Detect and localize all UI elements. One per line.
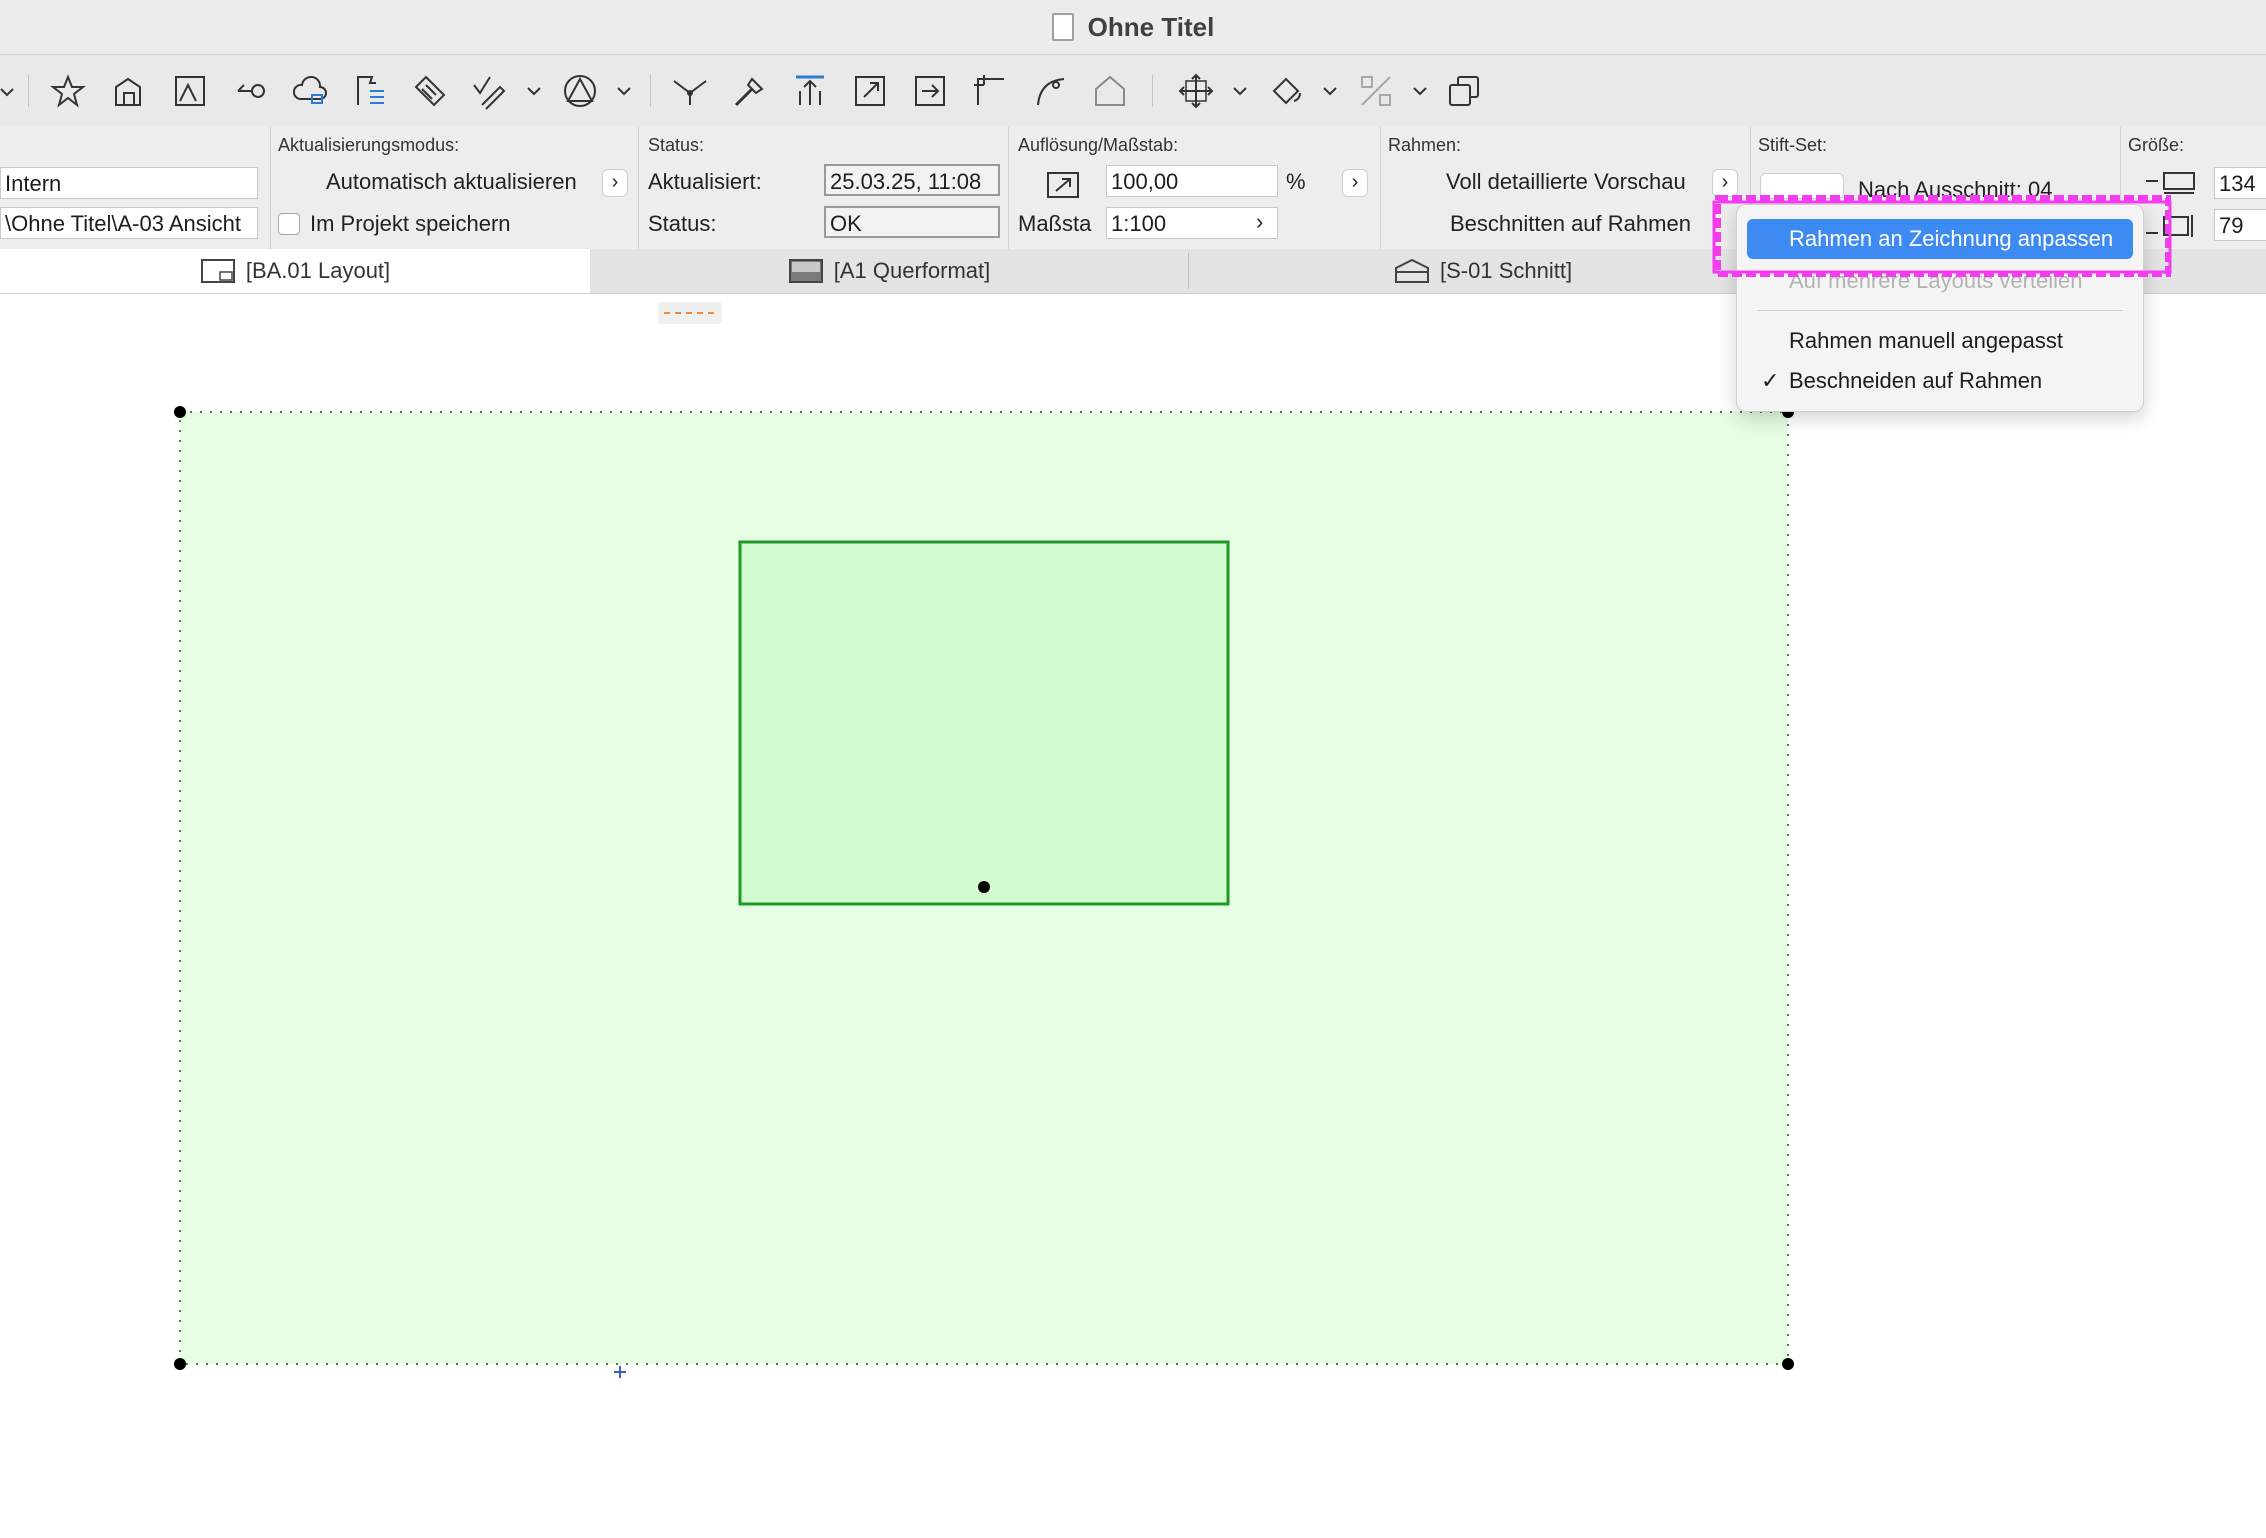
- updated-value: 25.03.25, 11:08: [824, 164, 1000, 196]
- store-in-project-checkbox[interactable]: [278, 213, 300, 235]
- move-icon[interactable]: [1176, 71, 1216, 111]
- tab-querformat[interactable]: [A1 Querformat]: [590, 249, 1188, 293]
- document-icon: [1051, 13, 1074, 41]
- tab-layout-label: [BA.01 Layout]: [245, 258, 391, 283]
- resize-icon[interactable]: [850, 71, 890, 111]
- menu-item-crop-to-frame[interactable]: ✓ Beschneiden auf Rahmen: [1747, 361, 2133, 401]
- tab-layout[interactable]: [BA.01 Layout]: [0, 249, 590, 293]
- tab-querformat-label: [A1 Querformat]: [833, 258, 991, 283]
- tag-icon[interactable]: [410, 71, 450, 111]
- window-title-bar: Ohne Titel: [0, 0, 2266, 55]
- frame-preview-value[interactable]: Voll detaillierte Vorschau: [1446, 169, 1686, 195]
- status-value: OK: [824, 206, 1000, 238]
- scale-chevron-icon[interactable]: ›: [1256, 209, 1263, 235]
- frame-handle-bottom-right[interactable]: [1782, 1358, 1794, 1370]
- magic-wand-icon[interactable]: [730, 71, 770, 111]
- toolbar-separator: [650, 75, 651, 107]
- mirror-disabled-icon[interactable]: [1356, 71, 1396, 111]
- corner-icon[interactable]: [970, 71, 1010, 111]
- panel-separator: [1380, 127, 1381, 249]
- origin-cross-icon: [614, 1366, 626, 1378]
- section-tab-icon: [1395, 258, 1429, 283]
- width-input[interactable]: 134: [2214, 167, 2266, 199]
- scale-label: Maßsta: [1018, 211, 1092, 236]
- resolution-input[interactable]: 100,00: [1106, 165, 1278, 197]
- resolution-unit: %: [1286, 169, 1306, 194]
- highlight-annotation-outline: [1712, 195, 2172, 277]
- update-mode-value[interactable]: Automatisch aktualisieren: [326, 169, 577, 195]
- updated-label: Aktualisiert:: [648, 169, 762, 194]
- scale-select[interactable]: 1:100: [1106, 207, 1278, 239]
- source-path-field[interactable]: \Ohne Titel\A-03 Ansicht: [0, 207, 258, 239]
- align-top-icon[interactable]: [790, 71, 830, 111]
- duplicate-icon[interactable]: [1444, 71, 1484, 111]
- panel-separator: [1008, 127, 1009, 249]
- frame-handle-top-left[interactable]: [174, 406, 186, 418]
- toolbar: [0, 55, 2266, 128]
- layer-field[interactable]: Intern: [0, 167, 258, 199]
- split-icon[interactable]: [670, 71, 710, 111]
- check-icon: ✓: [1761, 368, 1780, 393]
- orange-dash-marker: [658, 302, 722, 324]
- favorites-star-icon[interactable]: [48, 71, 88, 111]
- drawing-anchor-point[interactable]: [978, 881, 990, 893]
- layout-tab-icon: [200, 259, 235, 283]
- pen-set-header: Stift-Set:: [1758, 135, 1828, 155]
- layout-drawing-icon[interactable]: [170, 71, 210, 111]
- height-input[interactable]: 79: [2214, 209, 2266, 241]
- check-edit-icon[interactable]: [470, 71, 510, 111]
- menu-item-manual-frame[interactable]: Rahmen manuell angepasst: [1747, 321, 2133, 361]
- rotate-marker-icon[interactable]: [230, 71, 270, 111]
- store-in-project-label: Im Projekt speichern: [310, 211, 511, 236]
- chevron-down-icon[interactable]: [0, 85, 14, 99]
- menu-item-crop-to-frame-label: Beschneiden auf Rahmen: [1789, 368, 2043, 393]
- chevron-down-icon[interactable]: [1322, 83, 1338, 99]
- sheet-tab-icon: [788, 259, 823, 283]
- chevron-down-icon[interactable]: [526, 83, 542, 99]
- toolbar-separator: [1152, 75, 1153, 107]
- panel-separator: [270, 127, 271, 249]
- update-mode-header: Aktualisierungsmodus:: [278, 135, 460, 155]
- toolbar-separator: [28, 75, 29, 107]
- update-mode-chevron-icon[interactable]: ›: [602, 169, 628, 197]
- size-header: Größe:: [2128, 135, 2185, 155]
- chevron-down-icon[interactable]: [1232, 83, 1248, 99]
- stretch-icon[interactable]: [910, 71, 950, 111]
- house-outline-icon[interactable]: [1090, 71, 1130, 111]
- drawing-content[interactable]: [738, 540, 1230, 906]
- chevron-down-icon[interactable]: [616, 83, 632, 99]
- drawing-svg: [174, 302, 1794, 1378]
- building-icon[interactable]: [110, 71, 150, 111]
- frame-header: Rahmen:: [1388, 135, 1462, 155]
- resolution-chevron-icon[interactable]: ›: [1342, 169, 1368, 197]
- frame-handle-bottom-left[interactable]: [174, 1358, 186, 1370]
- curve-icon[interactable]: [1030, 71, 1070, 111]
- status-header: Status:: [648, 135, 705, 155]
- frame-crop-value[interactable]: Beschnitten auf Rahmen: [1450, 211, 1691, 237]
- chevron-down-icon[interactable]: [1412, 83, 1428, 99]
- triangle-circle-icon[interactable]: [560, 71, 600, 111]
- status-label: Status:: [648, 211, 717, 236]
- layout-canvas[interactable]: [0, 294, 2266, 1538]
- flag-list-icon[interactable]: [350, 71, 390, 111]
- window-title: Ohne Titel: [1087, 11, 1215, 42]
- resolution-header: Auflösung/Maßstab:: [1018, 135, 1179, 155]
- panel-separator: [638, 127, 639, 249]
- menu-separator: [1757, 310, 2123, 311]
- resize-scale-icon: [1047, 172, 1079, 198]
- tab-schnitt-label: [S-01 Schnitt]: [1440, 258, 1573, 283]
- cloud-icon[interactable]: [290, 71, 330, 111]
- rotate-shape-icon[interactable]: [1266, 71, 1306, 111]
